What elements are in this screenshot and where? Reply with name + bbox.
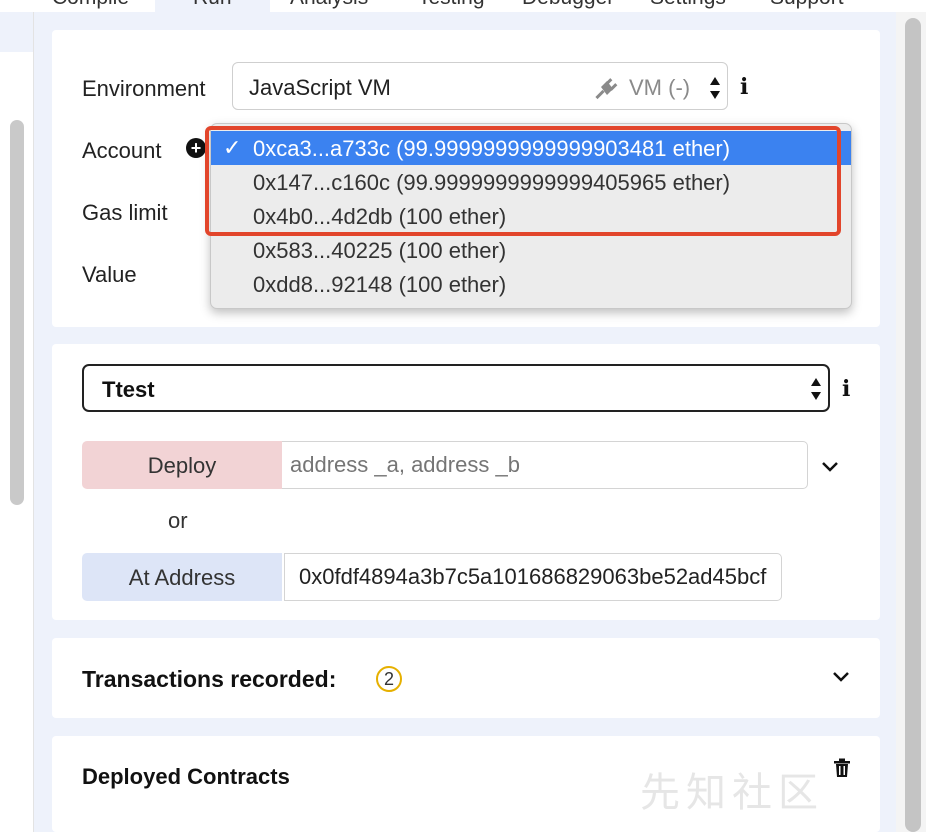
highlight-annotation [205,126,841,236]
tab-testing[interactable]: Testing [418,0,485,10]
or-label: or [168,508,188,533]
plug-icon [595,78,618,100]
chevron-down-icon[interactable] [832,672,850,682]
left-panel-band [0,12,34,52]
tab-run[interactable]: Run [155,0,270,12]
environment-label: Environment [82,76,206,101]
trash-icon[interactable] [833,758,851,778]
deployed-contracts-title: Deployed Contracts [82,764,290,789]
transactions-title: Transactions recorded: [82,666,337,692]
value-label: Value [82,262,137,287]
at-address-input[interactable] [284,553,782,601]
transactions-count-badge: 2 [376,666,402,692]
environment-value: JavaScript VM [249,75,391,100]
account-label: Account [82,138,162,163]
add-account-icon[interactable]: + [186,138,206,158]
environment-info-icon[interactable]: i [740,74,748,100]
account-option[interactable]: 0x583...40225 (100 ether) [211,233,851,267]
left-scrollbar[interactable] [10,120,24,505]
contract-info-icon[interactable]: i [842,376,850,402]
tab-bar: Compile Run Analysis Testing Debugger Se… [0,0,926,12]
tab-compile[interactable]: Compile [52,0,129,10]
deploy-button-label: Deploy [147,453,217,478]
chevron-down-icon[interactable] [821,462,839,472]
watermark: 先知社区 [640,770,824,816]
at-address-button[interactable]: At Address [82,553,282,601]
at-address-button-label: At Address [128,565,236,590]
environment-select[interactable]: JavaScript VM VM (-) [232,62,728,110]
tab-settings[interactable]: Settings [650,0,726,10]
network-indicator: VM (-) [629,75,691,100]
contract-value: Ttest [102,377,155,402]
gas-limit-label: Gas limit [82,200,168,225]
tab-support[interactable]: Support [770,0,844,10]
account-option[interactable]: 0xdd8...92148 (100 ether) [211,267,851,301]
right-scrollbar[interactable] [905,18,921,832]
contract-select[interactable]: Ttest [82,364,830,412]
tab-debugger[interactable]: Debugger [522,0,614,10]
select-arrows-icon [710,77,720,99]
select-arrows-icon [811,378,821,400]
deploy-button[interactable]: Deploy [82,441,282,489]
tab-analysis[interactable]: Analysis [290,0,368,10]
constructor-args-input[interactable] [282,441,808,489]
